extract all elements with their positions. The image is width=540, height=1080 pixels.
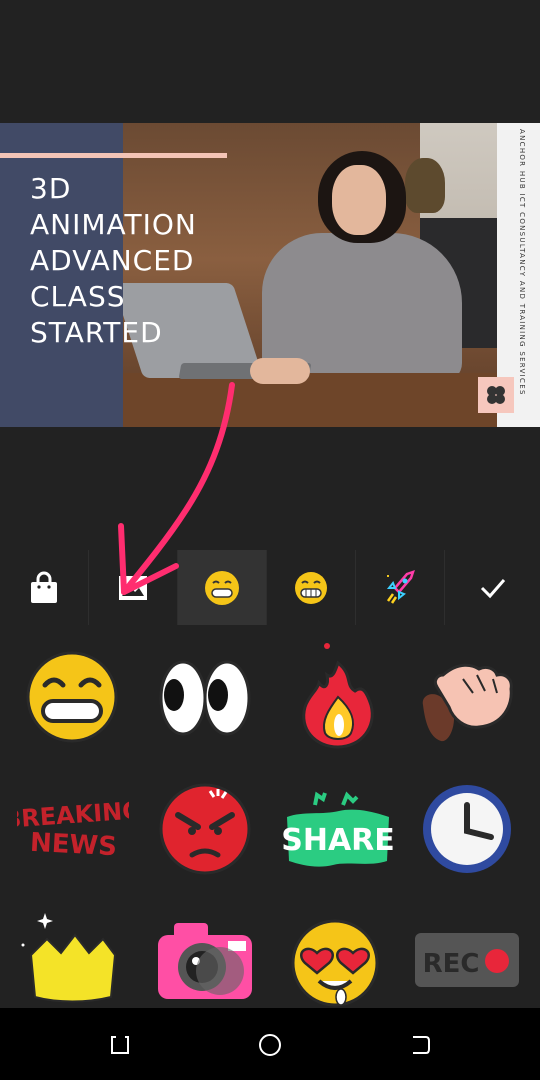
share-sticker[interactable]: SHARE <box>281 775 395 885</box>
tab-rocket[interactable] <box>356 550 445 625</box>
sticker-editor-screen: 3D ANIMATION ADVANCED CLASS STARTED ANCH… <box>0 0 540 1080</box>
grimacing-emoji-icon <box>295 571 327 604</box>
title-line-5: STARTED <box>30 316 163 349</box>
rocket-sticker-icon <box>386 569 415 604</box>
camera-sticker[interactable] <box>150 905 260 1015</box>
title-line-2: ANIMATION <box>30 208 197 241</box>
back-button[interactable] <box>405 1030 435 1060</box>
breaking-news-sticker[interactable]: BREAKING NEWS <box>2 775 143 885</box>
rec-sticker[interactable]: REC <box>413 905 523 1015</box>
title-accent-line <box>0 153 227 158</box>
share-text: SHARE <box>283 823 393 858</box>
recent-apps-icon <box>111 1036 129 1054</box>
grinning-emoji-icon <box>205 570 239 605</box>
person-face <box>332 165 386 235</box>
system-navigation-bar <box>0 1008 540 1080</box>
sticker-grid: BREAKING NEWS SHARE REC <box>0 625 540 1008</box>
home-circle-icon <box>259 1034 281 1056</box>
tab-emoji-teeth[interactable] <box>267 550 356 625</box>
shopping-bag-icon <box>31 571 57 603</box>
home-button[interactable] <box>255 1030 285 1060</box>
done-button[interactable] <box>445 550 540 625</box>
tab-store[interactable] <box>0 550 89 625</box>
grinning-face-sticker[interactable] <box>17 635 127 745</box>
sticker-category-tabs <box>0 550 540 625</box>
side-caption: ANCHOR HUB ICT CONSULTANCY AND TRAINING … <box>518 129 526 394</box>
crown-sticker[interactable] <box>17 905 127 1015</box>
tab-image[interactable] <box>89 550 178 625</box>
image-icon <box>119 575 147 600</box>
angry-face-sticker[interactable] <box>150 775 260 885</box>
recent-apps-button[interactable] <box>105 1030 135 1060</box>
rec-text: REC <box>423 949 480 979</box>
eyes-sticker[interactable] <box>150 635 260 745</box>
tab-emoji-grin[interactable] <box>178 550 267 625</box>
clock-sticker[interactable] <box>413 775 523 885</box>
preview-title: 3D ANIMATION ADVANCED CLASS STARTED <box>30 171 230 351</box>
background-plant <box>405 158 445 213</box>
heart-eyes-sticker[interactable] <box>283 905 393 1015</box>
checkmark-icon <box>480 578 505 598</box>
fire-sticker[interactable] <box>283 635 393 749</box>
person-hand <box>250 358 310 384</box>
title-line-3: ADVANCED <box>30 244 195 277</box>
video-preview[interactable]: 3D ANIMATION ADVANCED CLASS STARTED ANCH… <box>0 123 540 427</box>
clover-logo-icon <box>478 377 514 413</box>
waving-hand-sticker[interactable] <box>413 635 523 745</box>
breaking-news-line2: NEWS <box>29 828 117 863</box>
back-icon <box>413 1036 430 1054</box>
title-line-1: 3D <box>30 172 72 205</box>
title-line-4: CLASS <box>30 280 126 313</box>
